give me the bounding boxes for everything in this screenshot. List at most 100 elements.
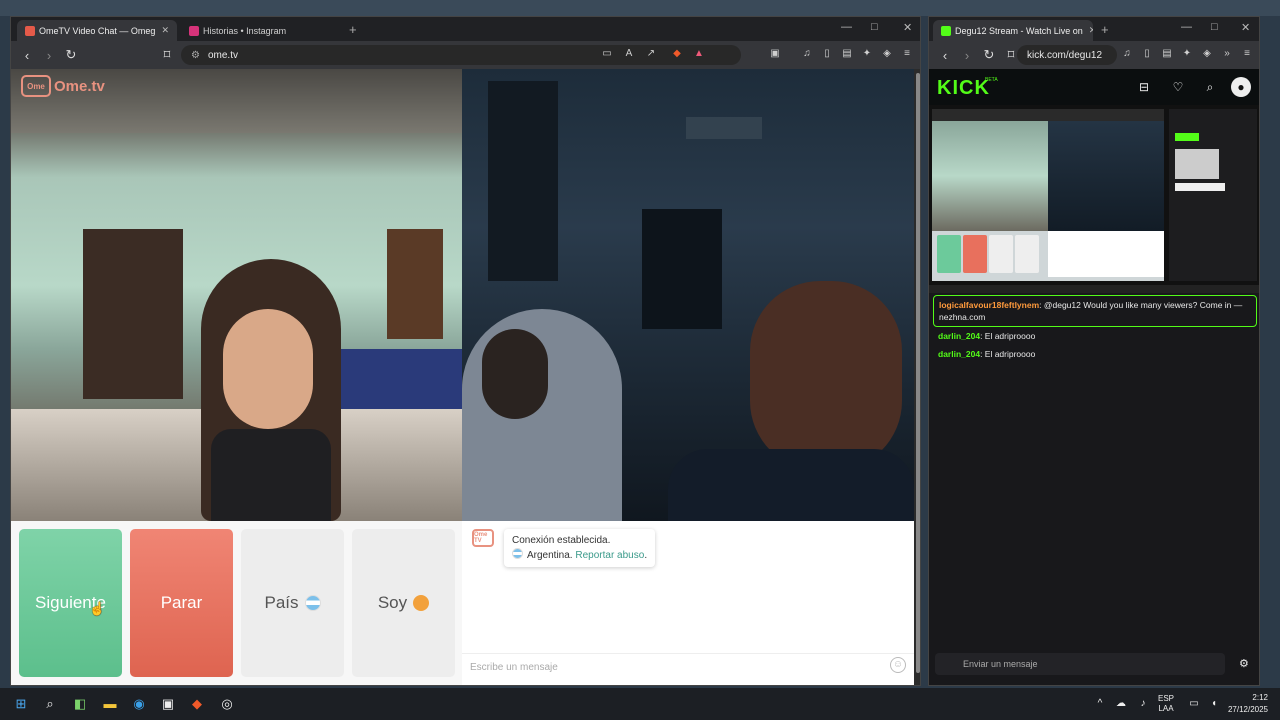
chat-input[interactable]: Enviar un mensaje [935,653,1225,675]
bookmark-icon[interactable]: ⌑ [161,47,173,63]
vpn-icon[interactable]: ◈ [881,48,893,60]
forward-icon[interactable]: › [43,48,55,63]
search-icon[interactable]: ⌕ [1203,80,1217,94]
vpn-icon[interactable]: ◈ [1201,48,1213,60]
connection-bubble: Conexión establecida. Argentina. Reporta… [504,529,656,567]
menu-icon[interactable]: ≡ [1241,48,1253,60]
brave-shield-icon[interactable]: ◆ [671,48,683,60]
follow-heart-icon[interactable]: ♡ [1171,80,1185,94]
gender-button-label: Soy [377,593,408,612]
player-controls-bar[interactable] [929,285,1259,293]
user-avatar-icon[interactable]: ● [1231,77,1251,97]
bookmark-icon[interactable]: ⌑ [1005,47,1017,63]
chat-username[interactable]: darlin_204 [938,349,980,359]
scroll-thumb[interactable] [916,73,920,673]
more-icon[interactable]: » [1221,48,1233,60]
tab-label: Historias • Instagram [203,25,287,36]
keyboard-layout: LAA [1158,704,1174,713]
store-icon[interactable]: ⊟ [1137,80,1151,94]
widgets-icon[interactable]: ◧ [72,696,88,712]
share-icon[interactable]: ↗ [645,48,657,60]
edge-icon[interactable]: ◉ [131,696,147,712]
extensions-icon[interactable]: ✦ [1181,48,1193,60]
chat-text: : El adriproooo [980,331,1036,341]
address-bar[interactable]: kick.com/degu12 [1017,45,1117,65]
message-input[interactable]: Escribe un mensaje [462,653,914,679]
maximize-button[interactable]: □ [871,21,878,33]
chat-settings-gear-icon[interactable]: ⚙ [1239,657,1249,670]
chat-text: : El adriproooo [980,349,1036,359]
person-left-shape [462,309,622,521]
volume-icon[interactable]: ◖ [1206,696,1222,712]
kick-chat-messages: logicalfavour18feftlynem: @degu12 Would … [929,295,1259,647]
close-window-button[interactable]: ✕ [1241,21,1250,34]
report-abuse-link[interactable]: Reportar abuso [575,550,644,561]
new-tab-button[interactable]: + [349,22,357,37]
wallet-icon[interactable]: ▤ [1161,48,1173,60]
gender-button[interactable]: Soy [352,529,455,677]
stop-button[interactable]: Parar [130,529,233,677]
forward-icon[interactable]: › [961,48,973,63]
language-indicator[interactable]: ESP LAA [1158,694,1174,714]
show-hidden-icons-icon[interactable]: ^ [1092,696,1108,712]
ometv-avatar-icon: Ome TV [472,529,494,547]
store-icon[interactable]: ▣ [160,696,176,712]
site-info-icon[interactable]: ⚙ [191,50,200,61]
close-tab-icon[interactable]: ✕ [1083,25,1093,36]
back-icon[interactable]: ‹ [939,48,951,63]
brave-rewards-icon[interactable]: ▲ [693,48,705,60]
tab-ometv[interactable]: OmeTV Video Chat — Omeg ✕ [17,20,177,41]
cloud-icon[interactable]: ☁ [1113,696,1129,712]
page-scrollbar[interactable] [914,69,920,685]
obs-icon[interactable]: ◎ [219,696,235,712]
translate-icon[interactable]: A [623,48,635,60]
kick-logo[interactable]: KICK [937,77,990,100]
close-window-button[interactable]: ✕ [903,21,912,34]
brave-icon[interactable]: ◆ [189,696,205,712]
tab-kick[interactable]: Degu12 Stream - Watch Live on ✕ [933,20,1093,41]
chat-message: logicalfavour18feftlynem: @degu12 Would … [933,295,1257,327]
display-icon[interactable]: ▭ [1186,696,1202,712]
minimize-button[interactable]: — [841,21,852,33]
system-clock[interactable]: 2:12 27/12/2025 [1228,692,1268,716]
chat-username[interactable]: logicalfavour18feftlynem [939,300,1039,310]
country-name: Argentina. [527,550,573,561]
chat-message: darlin_204: El adriproooo [933,327,1257,345]
ometv-logo: Ome Ome.tv [21,75,105,97]
address-bar[interactable]: ⚙ ome.tv [181,45,741,65]
chat-username[interactable]: darlin_204 [938,331,980,341]
close-tab-icon[interactable]: ✕ [155,25,169,36]
desktop-background [0,0,1280,16]
reload-icon[interactable]: ↻ [65,47,77,63]
media-icon[interactable]: ♫ [801,48,813,60]
split-view-icon[interactable]: ▯ [821,48,833,60]
windows-start-icon[interactable]: ⊞ [13,696,29,712]
ometv-favicon-icon [25,25,35,36]
clock-date: 27/12/2025 [1227,705,1268,714]
extensions-icon[interactable]: ✦ [861,48,873,60]
stream-player[interactable] [929,105,1259,285]
tab-instagram[interactable]: Historias • Instagram [181,20,341,41]
maximize-button[interactable]: □ [1211,21,1218,33]
tab-label: OmeTV Video Chat — Omeg [39,25,156,36]
microphone-icon[interactable]: ♪ [1135,696,1151,712]
ometv-logo-text: Ome.tv [54,77,105,95]
country-button[interactable]: País [241,529,344,677]
menu-icon[interactable]: ≡ [901,48,913,60]
back-icon[interactable]: ‹ [21,48,33,63]
sidebar-icon[interactable]: ▣ [769,48,781,60]
cast-icon[interactable]: ▭ [601,48,613,60]
media-icon[interactable]: ♫ [1121,48,1133,60]
argentina-flag-icon [304,595,321,611]
wallet-icon[interactable]: ▤ [841,48,853,60]
next-button[interactable]: Siguiente [19,529,122,677]
person-face-shape [223,309,313,429]
emoji-icon[interactable]: ☺ [890,657,906,673]
new-tab-button[interactable]: + [1101,22,1109,37]
reload-icon[interactable]: ↻ [983,47,995,63]
file-explorer-icon[interactable]: ▬ [102,696,118,712]
search-icon[interactable]: ⌕ [42,696,58,712]
hand-cursor-icon: ☝ [89,601,106,616]
split-view-icon[interactable]: ▯ [1141,48,1153,60]
minimize-button[interactable]: — [1181,21,1192,33]
